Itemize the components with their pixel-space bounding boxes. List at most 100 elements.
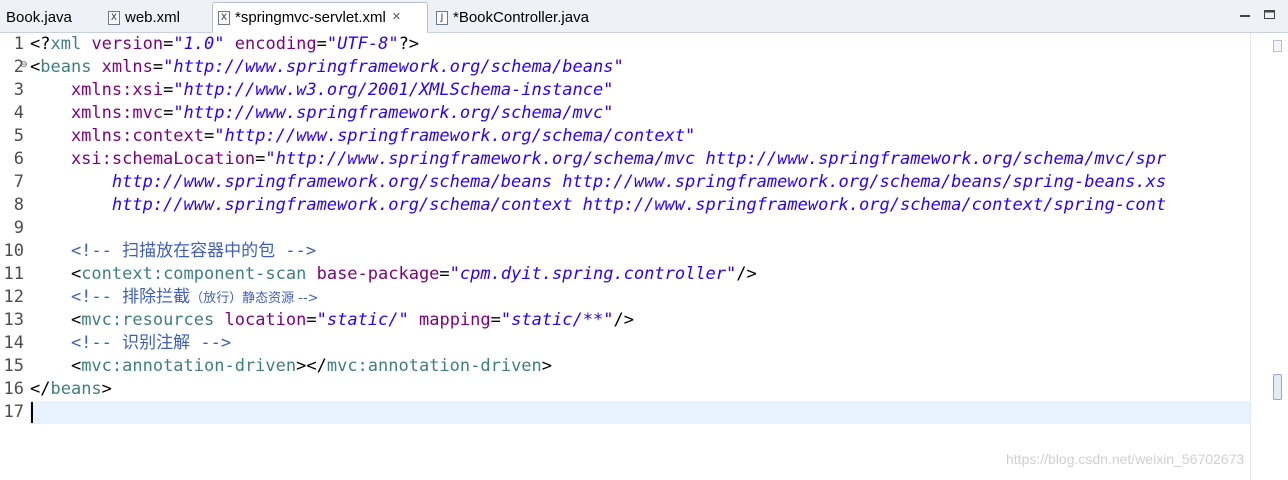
tab-label: web.xml [125, 9, 181, 26]
code-token: = [439, 264, 450, 284]
code-token: context:component-scan [81, 264, 307, 284]
code-token: 排除拦截 [122, 287, 191, 307]
tab-springmvc-servlet-xml[interactable]: X *springmvc-servlet.xml ✕ [212, 2, 428, 33]
code-token: = [490, 310, 501, 330]
code-line: http://www.springframework.org/schema/be… [30, 171, 1166, 194]
code-token: = [152, 57, 164, 77]
line-number: 1 [13, 34, 24, 54]
code-token: xmlns [91, 57, 153, 77]
code-line: http://www.springframework.org/schema/co… [30, 194, 1166, 217]
code-line: <?xml version="1.0" encoding="UTF-8"?> [30, 33, 419, 56]
code-token: < [30, 264, 82, 284]
code-token: version [81, 34, 164, 54]
java-file-icon: J [436, 10, 448, 25]
code-token: = [204, 126, 215, 146]
code-token: = [163, 103, 174, 123]
code-token: "http://www.springframework.org/schema/b… [163, 57, 624, 77]
code-line: xmlns:context="http://www.springframewor… [30, 125, 695, 148]
code-line: xmlns:xsi="http://www.w3.org/2001/XMLSch… [30, 79, 613, 102]
code-line: xmlns:mvc="http://www.springframework.or… [30, 102, 613, 125]
line-number: 4 [13, 103, 24, 123]
tab-book-java[interactable]: Book.java [0, 3, 72, 32]
code-token: = [255, 149, 266, 169]
code-token: 识别注解 [122, 333, 191, 353]
line-number: 10 [3, 241, 24, 261]
tab-label: Book.java [6, 9, 72, 26]
tab-label: *BookController.java [453, 9, 589, 26]
vertical-overview-ruler[interactable] [1250, 33, 1288, 480]
text-caret [31, 402, 33, 423]
maximize-icon[interactable] [1262, 8, 1276, 20]
code-token: xmlns:mvc [30, 103, 164, 123]
tab-label: *springmvc-servlet.xml [235, 9, 386, 26]
code-token: <? [30, 34, 51, 54]
line-number: 16 [3, 379, 24, 399]
code-token: = [163, 34, 174, 54]
tab-web-xml[interactable]: X web.xml [108, 3, 180, 32]
fold-collapse-icon[interactable]: ⊖ [20, 61, 29, 70]
editor-tab-bar: Book.java X web.xml X *springmvc-servlet… [0, 0, 1288, 33]
code-token: --> [190, 333, 232, 353]
code-token: xsi:schemaLocation [30, 149, 256, 169]
code-token: > [541, 356, 553, 376]
code-token: ></ [296, 356, 327, 376]
code-token: /> [613, 310, 634, 330]
code-token: "http://www.springframework.org/schema/m… [173, 103, 614, 123]
code-token: "http://www.w3.org/2001/XMLSchema-instan… [173, 80, 614, 100]
code-token: ?> [398, 34, 420, 54]
code-token: = [316, 34, 327, 54]
line-number: 13 [3, 310, 24, 330]
code-token: <!-- [30, 333, 123, 353]
code-token: （放行）静态资源 --> [190, 291, 319, 306]
code-token: /> [736, 264, 757, 284]
xml-file-icon: X [218, 10, 230, 25]
code-token: < [30, 310, 82, 330]
line-number: 6 [13, 149, 24, 169]
line-number-gutter: 1 2 3 4 5 6 7 8 9 10 11 12 13 14 15 16 17 ⊖ [0, 33, 30, 480]
code-token: 扫描放在容器中的包 [122, 241, 276, 261]
close-icon[interactable]: ✕ [392, 12, 401, 23]
code-token: --> [275, 241, 317, 261]
code-token: beans [40, 57, 92, 77]
line-number: 12 [3, 287, 24, 307]
code-token: "cpm.dyit.spring.controller" [449, 264, 737, 284]
line-number: 14 [3, 333, 24, 353]
line-number: 5 [13, 126, 24, 146]
code-token: "1.0" [173, 34, 225, 54]
code-token: "UTF-8" [326, 34, 399, 54]
code-token: </ [30, 379, 51, 399]
minimize-icon[interactable] [1238, 8, 1252, 20]
xml-editor[interactable]: 1 2 3 4 5 6 7 8 9 10 11 12 13 14 15 16 17 ⊖ <?xml version… [0, 33, 1288, 480]
code-token: "http://www.springframework.org/schema/c… [214, 126, 696, 146]
code-token: location [214, 310, 307, 330]
code-line: <mvc:annotation-driven></mvc:annotation-… [30, 355, 552, 378]
code-line: xsi:schemaLocation="http://www.springfra… [30, 148, 1166, 171]
scrollbar-thumb[interactable] [1273, 374, 1282, 400]
code-token: "http://www.springframework.org/schema/m… [265, 149, 1167, 169]
code-line: <!-- 扫描放在容器中的包 --> [30, 240, 316, 263]
line-number: 11 [3, 264, 24, 284]
code-line: <context:component-scan base-package="cp… [30, 263, 757, 286]
code-token: xmlns:xsi [30, 80, 164, 100]
line-number: 7 [13, 172, 24, 192]
code-token: <!-- [30, 241, 123, 261]
code-token: http://www.springframework.org/schema/be… [30, 172, 1167, 192]
overview-ruler-marker[interactable] [1273, 40, 1282, 52]
code-token: "static/" [316, 310, 409, 330]
code-line: <!-- 排除拦截（放行）静态资源 --> [30, 286, 319, 309]
xml-file-icon: X [108, 10, 120, 25]
code-token: beans [50, 379, 102, 399]
code-token: encoding [224, 34, 317, 54]
code-line: <!-- 识别注解 --> [30, 332, 231, 355]
code-text-area[interactable]: <?xml version="1.0" encoding="UTF-8"?> <b… [30, 33, 1250, 480]
tab-bookcontroller-java[interactable]: J *BookController.java [436, 3, 589, 32]
line-number: 8 [13, 195, 24, 215]
code-token: http://www.springframework.org/schema/co… [30, 195, 1167, 215]
watermark: https://blog.csdn.net/weixin_56702673 [1006, 451, 1245, 467]
code-token: base-package [306, 264, 440, 284]
code-token: <!-- [30, 287, 123, 307]
code-token: = [163, 80, 174, 100]
code-token: < [30, 356, 82, 376]
code-token: mvc:annotation-driven [326, 356, 542, 376]
code-line: <beans xmlns="http://www.springframework… [30, 56, 624, 79]
